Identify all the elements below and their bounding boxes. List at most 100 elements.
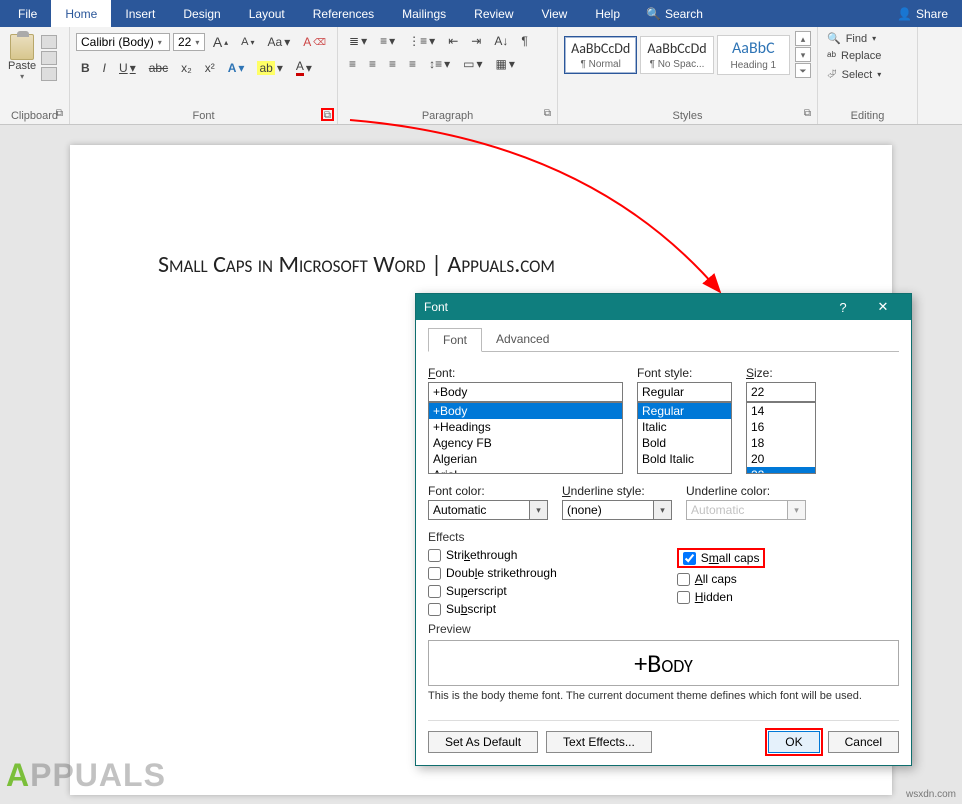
list-item[interactable]: Bold Italic <box>638 451 731 467</box>
font-name-input[interactable] <box>428 382 623 402</box>
share-button[interactable]: Share <box>883 0 962 27</box>
tab-layout[interactable]: Layout <box>235 0 299 27</box>
list-item[interactable]: +Body <box>429 403 622 419</box>
tab-file[interactable]: File <box>4 0 51 27</box>
borders-button[interactable]: ▦▾ <box>490 54 519 74</box>
multilevel-list-button[interactable]: ⋮≡▾ <box>403 31 440 51</box>
tab-review[interactable]: Review <box>460 0 527 27</box>
italic-button[interactable]: I <box>98 58 111 78</box>
ok-button[interactable]: OK <box>768 731 819 753</box>
strikethrough-button[interactable]: abc <box>144 58 173 78</box>
shrink-font-button[interactable]: A▾ <box>236 33 259 51</box>
hidden-checkbox[interactable]: Hidden <box>677 590 766 604</box>
tab-references[interactable]: References <box>299 0 388 27</box>
gallery-down-icon[interactable]: ▾ <box>795 47 811 62</box>
justify-button[interactable]: ≡ <box>404 54 421 74</box>
cancel-button[interactable]: Cancel <box>828 731 899 753</box>
copy-icon[interactable] <box>41 51 57 65</box>
dialog-titlebar[interactable]: Font ? ✕ <box>416 294 911 320</box>
double-strikethrough-checkbox[interactable]: Double strikethrough <box>428 566 557 580</box>
group-clipboard: Paste ▾ Clipboard ⧉ <box>0 27 70 124</box>
list-item[interactable]: Agency FB <box>429 435 622 451</box>
bold-button[interactable]: B <box>76 58 95 78</box>
list-item[interactable]: 18 <box>747 435 815 451</box>
list-item[interactable]: Bold <box>638 435 731 451</box>
tab-insert[interactable]: Insert <box>111 0 169 27</box>
font-size-listbox[interactable]: 14 16 18 20 22 <box>746 402 816 474</box>
clipboard-launcher[interactable]: ⧉ <box>53 108 66 121</box>
sort-button[interactable]: A↓ <box>489 31 513 51</box>
superscript-button[interactable]: x² <box>200 58 220 78</box>
gallery-up-icon[interactable]: ▴ <box>795 31 811 46</box>
underline-button[interactable]: U▾ <box>114 58 141 78</box>
align-center-button[interactable]: ≡ <box>364 54 381 74</box>
tab-design[interactable]: Design <box>169 0 234 27</box>
grow-font-button[interactable]: A▴ <box>208 31 233 53</box>
styles-gallery-scroll[interactable]: ▴ ▾ ⏷ <box>795 31 811 78</box>
font-name-combo[interactable]: Calibri (Body) ▾ <box>76 33 170 51</box>
numbering-button[interactable]: ≡▾ <box>375 31 400 51</box>
dialog-tab-advanced[interactable]: Advanced <box>482 328 563 351</box>
font-style-listbox[interactable]: Regular Italic Bold Bold Italic <box>637 402 732 474</box>
list-item[interactable]: Italic <box>638 419 731 435</box>
strikethrough-checkbox[interactable]: Strikethrough <box>428 548 557 562</box>
bullets-button[interactable]: ≣▾ <box>344 31 372 51</box>
font-name-value: Calibri (Body) <box>81 35 154 49</box>
clear-formatting-button[interactable]: A⌫ <box>298 32 331 52</box>
show-marks-button[interactable]: ¶ <box>516 31 532 51</box>
align-left-button[interactable]: ≡ <box>344 54 361 74</box>
list-item[interactable]: 20 <box>747 451 815 467</box>
dialog-close-button[interactable]: ✕ <box>863 299 903 315</box>
smallcaps-checkbox[interactable]: Small caps <box>677 548 766 568</box>
text-effects-button[interactable]: Text Effects... <box>546 731 652 753</box>
tab-mailings[interactable]: Mailings <box>388 0 460 27</box>
style-nospacing[interactable]: AaBbCcDd ¶ No Spac... <box>640 36 713 74</box>
line-spacing-button[interactable]: ↕≡▾ <box>424 54 455 74</box>
subscript-button[interactable]: x₂ <box>176 58 197 78</box>
tell-me-search[interactable]: Search <box>634 0 715 27</box>
increase-indent-button[interactable]: ⇥ <box>466 31 486 51</box>
document-text[interactable]: Small Caps in Microsoft Word | Appuals.c… <box>158 250 555 279</box>
superscript-checkbox[interactable]: Superscript <box>428 584 557 598</box>
font-color-dropdown[interactable]: Automatic ▾ <box>428 500 548 520</box>
shading-button[interactable]: ▭▾ <box>458 54 487 74</box>
list-item[interactable]: +Headings <box>429 419 622 435</box>
find-button[interactable]: Find▾ <box>824 31 911 46</box>
replace-button[interactable]: Replace <box>824 48 911 64</box>
highlight-button[interactable]: ab▾ <box>252 58 287 78</box>
text-effects-button[interactable]: A▾ <box>223 58 250 78</box>
font-size-combo[interactable]: 22 ▾ <box>173 33 205 51</box>
paste-button[interactable]: Paste ▾ <box>6 31 38 84</box>
list-item[interactable]: 16 <box>747 419 815 435</box>
font-size-input[interactable] <box>746 382 816 402</box>
tab-home[interactable]: Home <box>51 0 111 27</box>
change-case-button[interactable]: Aa▾ <box>263 32 296 52</box>
font-name-listbox[interactable]: +Body +Headings Agency FB Algerian Arial <box>428 402 623 474</box>
set-default-button[interactable]: Set As Default <box>428 731 538 753</box>
style-normal[interactable]: AaBbCcDd ¶ Normal <box>564 36 637 74</box>
allcaps-checkbox[interactable]: All caps <box>677 572 766 586</box>
styles-launcher[interactable]: ⧉ <box>801 108 814 121</box>
cut-icon[interactable] <box>41 35 57 49</box>
list-item[interactable]: Arial <box>429 467 622 474</box>
list-item[interactable]: Regular <box>638 403 731 419</box>
list-item[interactable]: Algerian <box>429 451 622 467</box>
font-color-button[interactable]: A▾ <box>291 56 317 79</box>
subscript-checkbox[interactable]: Subscript <box>428 602 557 616</box>
font-dialog-launcher[interactable]: ⧉ <box>321 108 334 121</box>
list-item[interactable]: 22 <box>747 467 815 474</box>
format-painter-icon[interactable] <box>41 67 57 81</box>
list-item[interactable]: 14 <box>747 403 815 419</box>
tab-help[interactable]: Help <box>581 0 634 27</box>
dialog-tab-font[interactable]: Font <box>428 328 482 352</box>
select-button[interactable]: Select▾ <box>824 66 911 83</box>
style-heading1[interactable]: AaBbC Heading 1 <box>717 35 790 75</box>
tab-view[interactable]: View <box>528 0 582 27</box>
dialog-help-button[interactable]: ? <box>823 300 863 315</box>
underline-style-dropdown[interactable]: (none) ▾ <box>562 500 672 520</box>
gallery-more-icon[interactable]: ⏷ <box>795 63 811 78</box>
align-right-button[interactable]: ≡ <box>384 54 401 74</box>
font-style-input[interactable] <box>637 382 732 402</box>
decrease-indent-button[interactable]: ⇤ <box>443 31 463 51</box>
paragraph-launcher[interactable]: ⧉ <box>541 108 554 121</box>
